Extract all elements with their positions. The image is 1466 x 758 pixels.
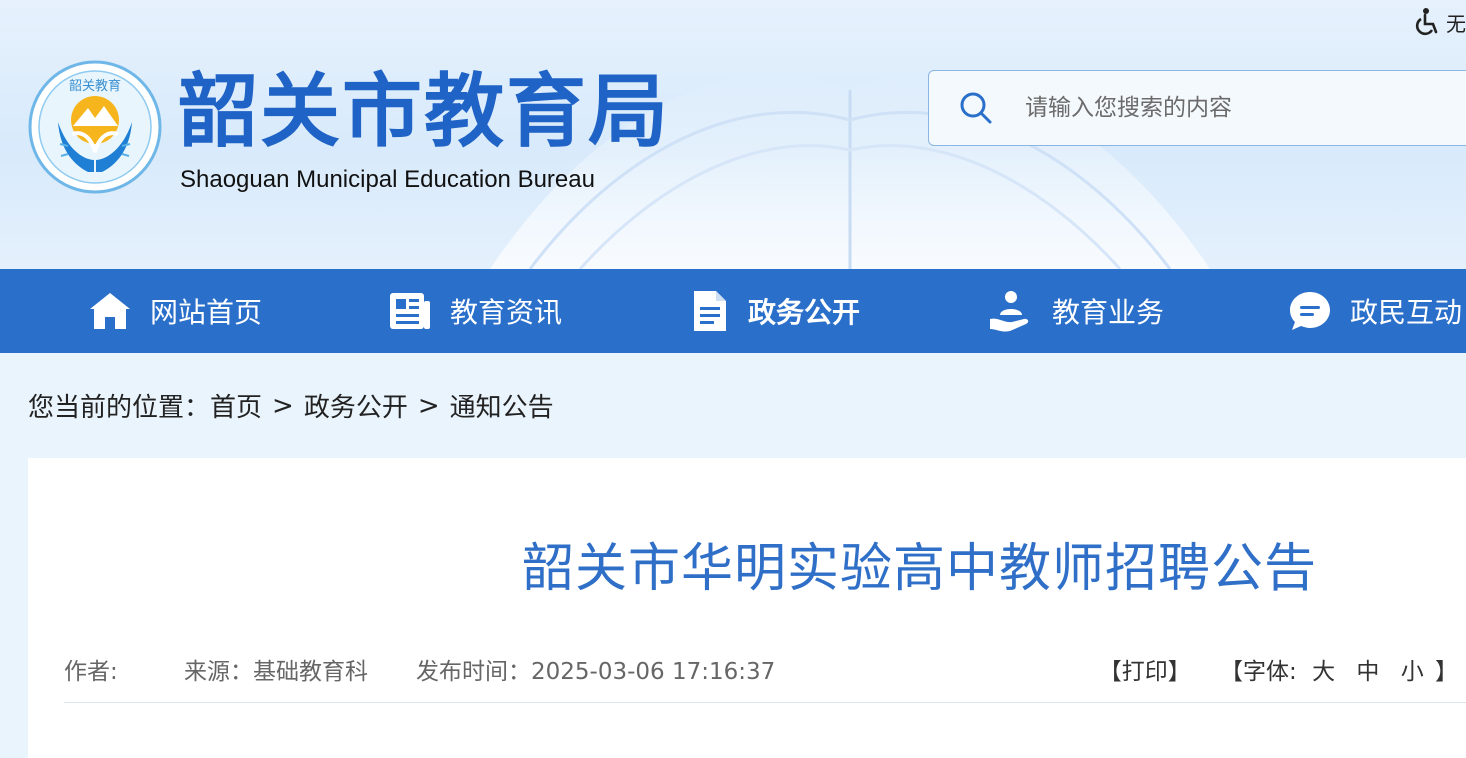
search-box[interactable] — [928, 70, 1466, 146]
font-size-suffix: 】 — [1435, 659, 1458, 685]
breadcrumb-item-notices[interactable]: 通知公告 — [450, 387, 554, 424]
breadcrumb-separator: > — [417, 390, 440, 421]
font-size-large-button[interactable]: 大 — [1312, 659, 1335, 685]
education-bureau-emblem: 韶关教育 — [28, 60, 162, 194]
nav-label: 政民互动 — [1350, 296, 1463, 329]
print-button[interactable]: 【打印】 — [1099, 659, 1191, 685]
nav-item-home[interactable]: 网站首页 — [88, 269, 262, 353]
home-icon — [90, 293, 130, 329]
font-size-medium-button[interactable]: 中 — [1356, 659, 1379, 685]
breadcrumb-separator: > — [272, 390, 294, 421]
search-icon[interactable] — [957, 89, 995, 127]
breadcrumb-prefix: 您当前的位置： — [28, 393, 211, 423]
article-publish-time: 发布时间：2025-03-06 17:16:37 — [416, 659, 776, 685]
font-size-prefix: 【字体: — [1220, 659, 1297, 685]
article-author: 作者: — [64, 659, 118, 685]
breadcrumb-item-home[interactable]: 首页 — [210, 387, 262, 424]
accessibility-button[interactable]: 无 — [1412, 6, 1466, 38]
article-tools: 【打印】 【字体: 大 中 小 】 — [1099, 652, 1458, 686]
breadcrumb-item-government-affairs[interactable]: 政务公开 — [304, 387, 408, 424]
breadcrumb: 您当前的位置： 首页 > 政务公开 > 通知公告 — [28, 387, 554, 424]
wheelchair-icon — [1415, 8, 1438, 36]
accessibility-label: 无 — [1446, 11, 1466, 36]
site-header: 无 韶关教育 韶关市教育局 Shaoguan Municipal Educati… — [0, 0, 1466, 269]
font-size-small-button[interactable]: 小 — [1401, 659, 1424, 685]
svg-text:韶关教育: 韶关教育 — [69, 78, 121, 94]
article-panel: 韶关市华明实验高中教师招聘公告 作者: 来源：基础教育科 发布时间：2025-0… — [28, 458, 1466, 758]
site-subtitle: Shaoguan Municipal Education Bureau — [180, 166, 595, 193]
main-nav: 网站首页 教育资讯 政务公开 教育业务 政民互动 — [0, 269, 1466, 353]
article-source: 来源：基础教育科 — [184, 659, 368, 685]
news-icon — [390, 293, 430, 329]
nav-label: 教育资讯 — [450, 296, 563, 329]
service-icon — [990, 291, 1029, 332]
nav-label: 教育业务 — [1052, 296, 1165, 329]
nav-label: 网站首页 — [150, 296, 263, 329]
nav-item-government-affairs[interactable]: 政务公开 — [690, 269, 860, 353]
nav-item-public-interaction[interactable]: 政民互动 — [1288, 269, 1462, 353]
chat-icon — [1290, 292, 1330, 330]
meta-divider — [64, 702, 1466, 703]
article-title: 韶关市华明实验高中教师招聘公告 — [522, 539, 1318, 599]
document-icon — [694, 291, 726, 331]
nav-item-education-services[interactable]: 教育业务 — [988, 269, 1164, 353]
nav-item-news[interactable]: 教育资讯 — [388, 269, 562, 353]
search-input[interactable] — [1023, 94, 1466, 122]
site-title: 韶关市教育局 — [178, 65, 670, 158]
nav-label: 政务公开 — [748, 296, 861, 329]
